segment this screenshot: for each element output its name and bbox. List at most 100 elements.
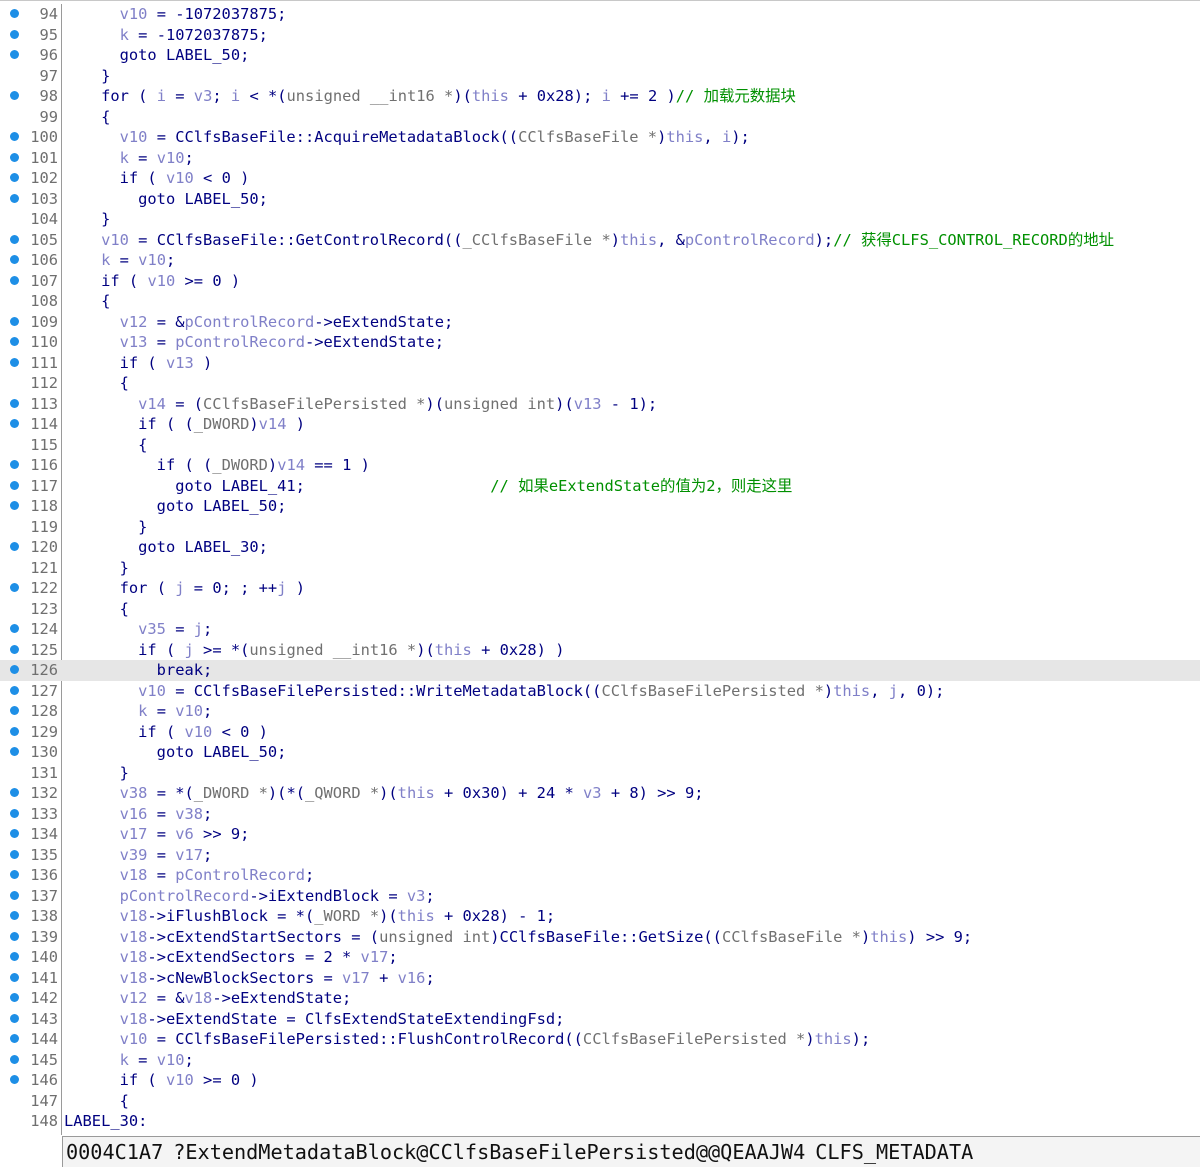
code-text[interactable]: k = -1072037875;	[64, 25, 268, 46]
code-text[interactable]: {	[64, 435, 147, 456]
identifier[interactable]: v18	[120, 866, 148, 884]
identifier[interactable]: pControlRecord	[175, 333, 305, 351]
identifier[interactable]: v10	[120, 1030, 148, 1048]
code-text[interactable]: {	[64, 373, 129, 394]
identifier[interactable]: v16	[398, 969, 426, 987]
code-text[interactable]: v10 = CClfsBaseFile::GetControlRecord((_…	[64, 230, 1114, 251]
identifier[interactable]: j	[194, 620, 203, 638]
code-line[interactable]: 121 }	[0, 558, 1200, 579]
code-text[interactable]: goto LABEL_50;	[64, 742, 287, 763]
code-text[interactable]: v12 = &v18->eExtendState;	[64, 988, 352, 1009]
code-line[interactable]: 148 LABEL_30:	[0, 1111, 1200, 1132]
code-line[interactable]: 94 v10 = -1072037875;	[0, 4, 1200, 25]
code-text[interactable]: if ( v10 < 0 )	[64, 722, 268, 743]
code-line[interactable]: 107 if ( v10 >= 0 )	[0, 271, 1200, 292]
code-text[interactable]: goto LABEL_50;	[64, 189, 268, 210]
code-line[interactable]: 103 goto LABEL_50;	[0, 189, 1200, 210]
code-line[interactable]: 102 if ( v10 < 0 )	[0, 168, 1200, 189]
code-line[interactable]: 139 v18->cExtendStartSectors = (unsigned…	[0, 927, 1200, 948]
code-line[interactable]: 101 k = v10;	[0, 148, 1200, 169]
code-line[interactable]: 147 {	[0, 1091, 1200, 1112]
code-text[interactable]: if ( (_DWORD)v14 )	[64, 414, 305, 435]
code-text[interactable]: goto LABEL_50;	[64, 45, 250, 66]
identifier[interactable]: v3	[407, 887, 426, 905]
code-text[interactable]: }	[64, 517, 147, 538]
code-text[interactable]: {	[64, 291, 110, 312]
code-line[interactable]: 119 }	[0, 517, 1200, 538]
code-line[interactable]: 128 k = v10;	[0, 701, 1200, 722]
identifier[interactable]: k	[101, 251, 110, 269]
code-line[interactable]: 114 if ( (_DWORD)v14 )	[0, 414, 1200, 435]
code-line[interactable]: 146 if ( v10 >= 0 )	[0, 1070, 1200, 1091]
identifier[interactable]: j	[889, 682, 898, 700]
identifier[interactable]: k	[120, 149, 129, 167]
code-line[interactable]: 104 }	[0, 209, 1200, 230]
code-text[interactable]: v16 = v38;	[64, 804, 213, 825]
identifier[interactable]: v17	[361, 948, 389, 966]
identifier[interactable]: v10	[166, 169, 194, 187]
code-text[interactable]: goto LABEL_41; // 如果eExtendState的值为2，则走这…	[64, 476, 792, 497]
code-text[interactable]: if ( (_DWORD)v14 == 1 )	[64, 455, 370, 476]
code-text[interactable]: k = v10;	[64, 250, 175, 271]
identifier[interactable]: v6	[175, 825, 194, 843]
code-text[interactable]: if ( v13 )	[64, 353, 213, 374]
code-line[interactable]: 110 v13 = pControlRecord->eExtendState;	[0, 332, 1200, 353]
code-line[interactable]: 140 v18->cExtendSectors = 2 * v17;	[0, 947, 1200, 968]
identifier[interactable]: v13	[166, 354, 194, 372]
code-line[interactable]: 129 if ( v10 < 0 )	[0, 722, 1200, 743]
code-text[interactable]: k = v10;	[64, 1050, 194, 1071]
code-line[interactable]: 136 v18 = pControlRecord;	[0, 865, 1200, 886]
code-text[interactable]: v10 = CClfsBaseFilePersisted::FlushContr…	[64, 1029, 871, 1050]
identifier[interactable]: v12	[120, 313, 148, 331]
identifier[interactable]: v17	[175, 846, 203, 864]
identifier[interactable]: v18	[120, 948, 148, 966]
identifier[interactable]: v3	[194, 87, 213, 105]
identifier[interactable]: i	[602, 87, 611, 105]
code-text[interactable]: if ( v10 >= 0 )	[64, 271, 240, 292]
code-text[interactable]: v17 = v6 >> 9;	[64, 824, 250, 845]
identifier[interactable]: j	[185, 641, 194, 659]
code-text[interactable]: if ( v10 < 0 )	[64, 168, 250, 189]
identifier[interactable]: v18	[185, 989, 213, 1007]
identifier[interactable]: this	[620, 231, 657, 249]
code-line[interactable]: 144 v10 = CClfsBaseFilePersisted::FlushC…	[0, 1029, 1200, 1050]
identifier[interactable]: v18	[120, 907, 148, 925]
identifier[interactable]: v17	[120, 825, 148, 843]
code-line[interactable]: 126 break;	[0, 660, 1200, 681]
code-text[interactable]: k = v10;	[64, 148, 194, 169]
code-text[interactable]: v10 = CClfsBaseFilePersisted::WriteMetad…	[64, 681, 944, 702]
identifier[interactable]: i	[157, 87, 166, 105]
code-text[interactable]: v18->cExtendStartSectors = (unsigned int…	[64, 927, 973, 948]
code-line[interactable]: 141 v18->cNewBlockSectors = v17 + v16;	[0, 968, 1200, 989]
identifier[interactable]: v10	[175, 702, 203, 720]
code-text[interactable]: v18->eExtendState = ClfsExtendStateExten…	[64, 1009, 565, 1030]
code-line[interactable]: 124 v35 = j;	[0, 619, 1200, 640]
code-line[interactable]: 113 v14 = (CClfsBaseFilePersisted *)(uns…	[0, 394, 1200, 415]
code-line[interactable]: 109 v12 = &pControlRecord->eExtendState;	[0, 312, 1200, 333]
code-line[interactable]: 105 v10 = CClfsBaseFile::GetControlRecor…	[0, 230, 1200, 251]
code-text[interactable]: for ( j = 0; ; ++j )	[64, 578, 305, 599]
identifier[interactable]: v17	[342, 969, 370, 987]
code-text[interactable]: if ( j >= *(unsigned __int16 *)(this + 0…	[64, 640, 564, 661]
identifier[interactable]: v38	[175, 805, 203, 823]
identifier[interactable]: pControlRecord	[185, 313, 315, 331]
code-text[interactable]: v39 = v17;	[64, 845, 213, 866]
code-text[interactable]: {	[64, 1091, 129, 1112]
identifier[interactable]: pControlRecord	[685, 231, 815, 249]
identifier[interactable]: v38	[120, 784, 148, 802]
code-text[interactable]: {	[64, 107, 110, 128]
code-line[interactable]: 127 v10 = CClfsBaseFilePersisted::WriteM…	[0, 681, 1200, 702]
identifier[interactable]: v12	[120, 989, 148, 1007]
identifier[interactable]: v10	[157, 1051, 185, 1069]
code-line[interactable]: 108 {	[0, 291, 1200, 312]
code-line[interactable]: 138 v18->iFlushBlock = *(_WORD *)(this +…	[0, 906, 1200, 927]
identifier[interactable]: v10	[166, 1071, 194, 1089]
code-line[interactable]: 133 v16 = v38;	[0, 804, 1200, 825]
code-text[interactable]: LABEL_30:	[64, 1111, 147, 1132]
code-text[interactable]: v14 = (CClfsBaseFilePersisted *)(unsigne…	[64, 394, 657, 415]
identifier[interactable]: this	[870, 928, 907, 946]
identifier[interactable]: i	[231, 87, 240, 105]
identifier[interactable]: v39	[120, 846, 148, 864]
code-text[interactable]: v10 = -1072037875;	[64, 4, 287, 25]
code-line[interactable]: 115 {	[0, 435, 1200, 456]
